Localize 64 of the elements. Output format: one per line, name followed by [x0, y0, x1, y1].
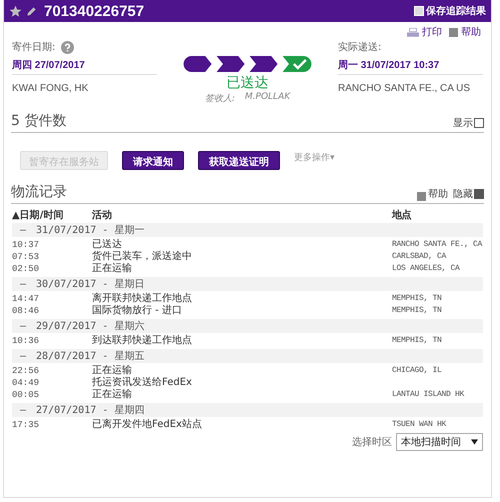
table-cell-text: TSUEN WAN HK: [392, 419, 448, 431]
column-header[interactable]: 地点: [392, 208, 483, 220]
table-cell-text: 已离开发件地FedEx站点: [92, 419, 203, 431]
ship-date: 周四 27/07/2017: [12, 56, 157, 75]
table-cell-text: 货件已装车，派送途中: [92, 251, 193, 262]
table-cell-text: CARLSBAD, CA: [392, 251, 448, 263]
save-results-checkbox[interactable]: 保存追踪结果: [414, 4, 486, 18]
destination-location: RANCHO SANTA FE., CA US: [338, 83, 472, 94]
date-group-header[interactable]: — 31/07/2017 - 星期一: [12, 223, 483, 237]
action-button[interactable]: 请求通知: [122, 151, 184, 170]
table-cell-text: 国际货物放行 - 进口: [92, 305, 183, 317]
table-cell-text: 10:37: [12, 239, 40, 251]
column-header[interactable]: 活动: [92, 208, 392, 220]
table-cell-text: 10:36: [12, 335, 40, 347]
table-cell-text: 07:53: [12, 251, 40, 263]
delivery-date-label: 实际递送:: [338, 40, 382, 54]
header-link[interactable]: 打印: [422, 25, 442, 39]
date-group-header[interactable]: — 29/07/2017 - 星期六: [12, 319, 483, 333]
section-title: 物流记录: [11, 183, 68, 201]
table-cell-text: 已送达: [92, 239, 122, 251]
table-cell-text: 08:46: [12, 305, 40, 317]
table-cell-text: 离开联邦快递工作地点: [92, 293, 193, 304]
table-cell-text: 正在运输: [92, 263, 133, 275]
table-cell-text: 04:49: [12, 377, 40, 389]
pencil-icon[interactable]: [26, 6, 37, 16]
date-group-header[interactable]: — 27/07/2017 - 星期四: [12, 403, 483, 417]
dropdown-arrow-icon: [471, 439, 478, 445]
star-icon[interactable]: [9, 4, 22, 18]
table-cell-text: LANTAU ISLAND HK: [392, 389, 466, 401]
hide-toggle[interactable]: 隐藏: [453, 187, 484, 201]
signer-label: 签收人:: [204, 92, 235, 105]
ship-date-label: 寄件日期:: [12, 40, 56, 54]
table-cell: RANCHO SANTA FE., CA: [392, 239, 483, 251]
table-cell-text: CHICAGO, IL: [392, 365, 443, 377]
header-link[interactable]: 帮助: [461, 25, 481, 39]
table-cell-text: 到达联邦快递工作地点: [92, 335, 193, 347]
show-toggle[interactable]: 显示: [453, 116, 484, 130]
table-cell-text: LOS ANGELES, CA: [392, 263, 461, 275]
progress-step: [180, 56, 214, 72]
table-cell-text: 22:56: [12, 365, 40, 377]
table-cell-text: 17:35: [12, 419, 40, 431]
table-cell-text: MEMPHIS, TN: [392, 305, 443, 317]
table-cell-text: 14:47: [12, 293, 40, 305]
table-cell-text: 00:05: [12, 389, 40, 401]
table-cell-text: 正在运输: [92, 389, 133, 401]
date-group-header[interactable]: — 28/07/2017 - 星期五: [12, 349, 483, 363]
delivery-status: 已送达: [226, 74, 268, 92]
table-cell-text: MEMPHIS, TN: [392, 335, 443, 347]
table-cell-text: 托运资讯发送给FedEx: [92, 377, 193, 388]
delivery-date: 周一 31/07/2017 10:37: [338, 56, 483, 75]
origin-location: KWAI FONG, HK: [12, 83, 90, 94]
table-cell-text: 正在运输: [92, 365, 133, 376]
timezone-label: 选择时区: [352, 436, 392, 449]
section-title: 5 货件数: [11, 112, 68, 130]
column-header[interactable]: ▲日期/时间: [12, 208, 92, 220]
tracking-number: 701340226757: [44, 2, 144, 20]
printer-icon[interactable]: [407, 28, 419, 36]
signer-name: M.POLLAK: [244, 92, 290, 104]
table-cell-text: MEMPHIS, TN: [392, 293, 443, 305]
timezone-select[interactable]: 本地扫描时间: [396, 433, 483, 451]
table-cell-text: 02:50: [12, 263, 40, 275]
help-link[interactable]: 帮助: [428, 187, 448, 201]
action-button[interactable]: 获取递送证明: [198, 151, 280, 170]
date-group-header[interactable]: — 30/07/2017 - 星期日: [12, 277, 483, 291]
